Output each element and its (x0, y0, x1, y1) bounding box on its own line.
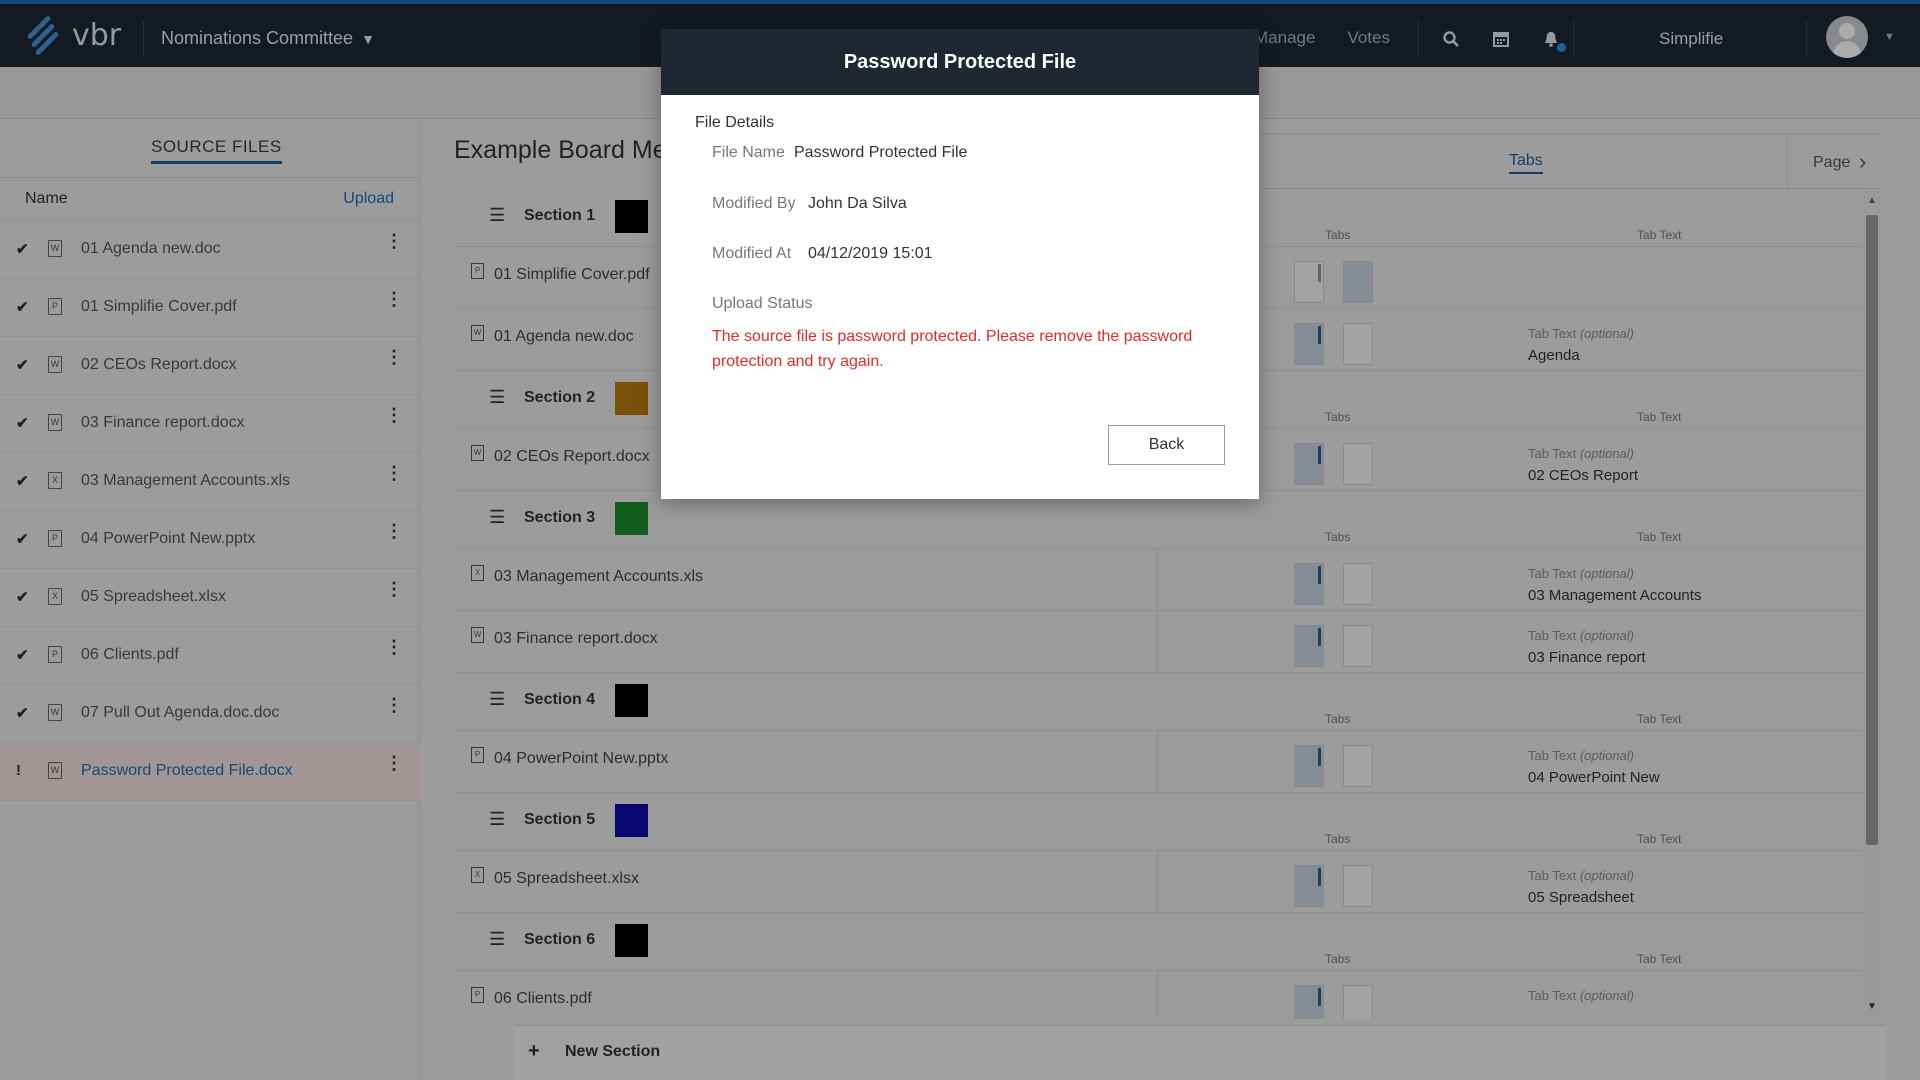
password-protected-file-dialog: Password Protected File File Details Fil… (661, 29, 1259, 499)
dialog-title: Password Protected File (661, 29, 1259, 95)
modified-by-value: John Da Silva (808, 195, 907, 212)
upload-status-label: Upload Status (712, 295, 813, 312)
file-details-heading: File Details (695, 114, 775, 131)
modified-by-label: Modified By (712, 195, 796, 212)
dialog-body: File Details File Name Password Protecte… (661, 95, 1259, 499)
modified-at-value: 04/12/2019 15:01 (808, 245, 933, 262)
modified-at-label: Modified At (712, 245, 792, 262)
upload-error-message: The source file is password protected. P… (712, 328, 1193, 370)
file-name-label: File Name (712, 144, 785, 161)
file-name-value: Password Protected File (794, 144, 968, 161)
back-button[interactable]: Back (1108, 425, 1225, 465)
